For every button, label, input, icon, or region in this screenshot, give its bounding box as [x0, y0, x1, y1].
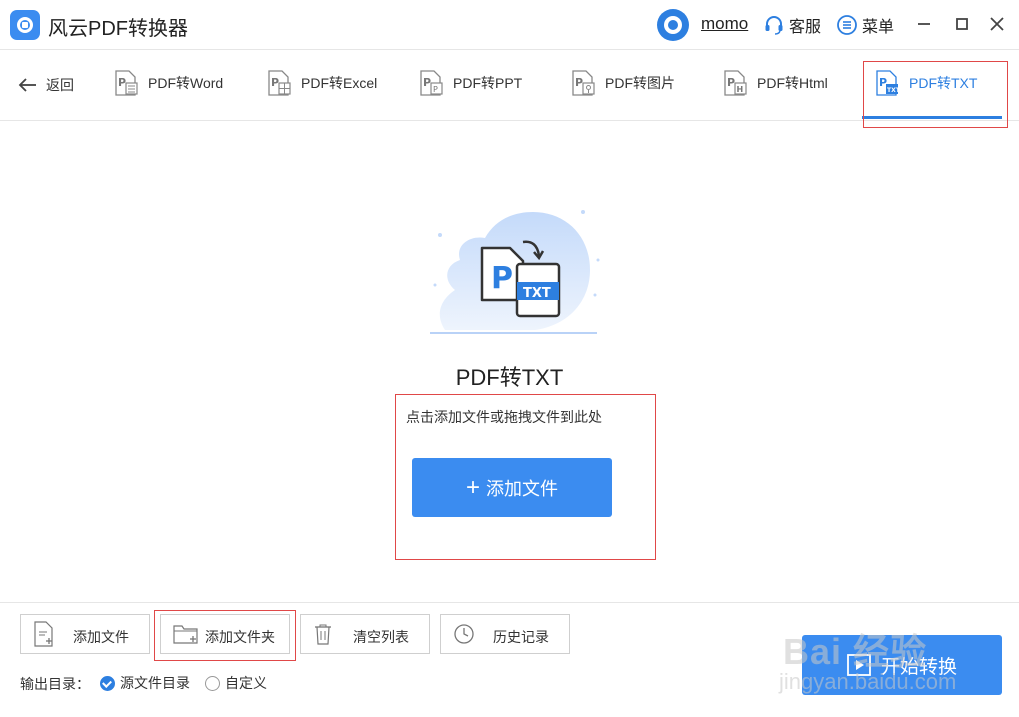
- trash-icon: [315, 624, 331, 645]
- output-option-label: 自定义: [225, 675, 267, 691]
- output-source-dir-radio[interactable]: 源文件目录: [100, 673, 190, 693]
- svg-text:P: P: [118, 76, 126, 89]
- output-custom-radio[interactable]: 自定义: [205, 673, 267, 693]
- pdf-word-icon: P: [115, 70, 138, 96]
- highlight-box-add-folder: [154, 610, 296, 661]
- divider: [0, 602, 1019, 603]
- headset-icon: [765, 16, 783, 35]
- username-link[interactable]: momo: [701, 14, 748, 34]
- svg-text:P: P: [575, 76, 583, 89]
- radio-checked-icon: [100, 675, 115, 691]
- app-window: 风云PDF转换器 momo 客服 菜单 返回 P PDF转Word P PDF转…: [0, 0, 1019, 717]
- radio-unchecked-icon: [205, 675, 220, 691]
- pdf-ppt-icon: P P: [420, 70, 443, 96]
- svg-text:P: P: [423, 76, 431, 89]
- pdf-image-icon: P: [572, 70, 595, 96]
- tab-pdf-to-html[interactable]: P H PDF转Html: [723, 69, 828, 97]
- svg-text:H: H: [737, 85, 744, 94]
- add-file-main-label: 添加文件: [486, 478, 558, 499]
- app-logo-icon: [10, 10, 40, 40]
- drop-hint: 点击添加文件或拖拽文件到此处: [406, 409, 602, 425]
- tab-label: PDF转Excel: [301, 75, 378, 91]
- minimize-icon: [918, 23, 930, 25]
- clear-list-button[interactable]: 清空列表: [300, 614, 430, 654]
- svg-text:P: P: [727, 76, 735, 89]
- history-button[interactable]: 历史记录: [440, 614, 570, 654]
- maximize-icon: [956, 18, 968, 30]
- tab-pdf-to-ppt[interactable]: P P PDF转PPT: [419, 69, 522, 97]
- tab-label: PDF转PPT: [453, 75, 523, 91]
- add-file-icon: [34, 621, 53, 647]
- clock-icon: [454, 624, 474, 644]
- back-button[interactable]: 返回: [18, 75, 74, 95]
- menu-icon: [837, 15, 857, 35]
- highlight-box-tab: [863, 61, 1008, 128]
- arrow-left-icon: [18, 78, 36, 92]
- back-label: 返回: [46, 77, 74, 93]
- plus-icon: +: [465, 473, 480, 501]
- illustration-letter: P: [491, 261, 513, 296]
- customer-service-button[interactable]: 客服: [763, 14, 821, 36]
- play-icon: [847, 654, 871, 676]
- clear-list-label: 清空列表: [353, 629, 409, 645]
- minimize-button[interactable]: [915, 14, 933, 34]
- title-bar: 风云PDF转换器 momo 客服 菜单: [0, 0, 1019, 50]
- add-file-button[interactable]: 添加文件: [20, 614, 150, 654]
- user-avatar[interactable]: [657, 9, 689, 41]
- svg-text:P: P: [271, 76, 279, 89]
- page-title: PDF转TXT: [455, 365, 564, 390]
- tab-pdf-to-excel[interactable]: P PDF转Excel: [267, 69, 377, 97]
- close-button[interactable]: [988, 14, 1006, 34]
- pdf-to-txt-illustration: P TXT: [430, 210, 600, 334]
- tab-pdf-to-image[interactable]: P PDF转图片: [571, 69, 675, 97]
- tab-pdf-to-word[interactable]: P PDF转Word: [114, 69, 223, 97]
- app-title: 风云PDF转换器: [48, 18, 188, 40]
- maximize-button[interactable]: [953, 14, 971, 34]
- tab-label: PDF转Word: [148, 75, 224, 91]
- pdf-html-icon: P H: [724, 70, 747, 96]
- start-convert-label: 开始转换: [880, 656, 957, 678]
- add-file-main-button[interactable]: + 添加文件: [412, 458, 612, 517]
- pdf-excel-icon: P: [268, 70, 291, 96]
- illustration-badge: TXT: [523, 286, 551, 301]
- close-icon: [990, 17, 1004, 31]
- svg-text:P: P: [433, 85, 438, 94]
- tab-label: PDF转图片: [605, 75, 675, 91]
- customer-service-label: 客服: [789, 19, 822, 36]
- tab-label: PDF转Html: [757, 75, 828, 91]
- output-option-label: 源文件目录: [120, 675, 190, 691]
- add-file-label: 添加文件: [73, 629, 129, 645]
- output-dir-label: 输出目录：: [20, 676, 90, 692]
- history-label: 历史记录: [493, 629, 549, 645]
- menu-button[interactable]: 菜单: [836, 14, 894, 36]
- start-convert-button[interactable]: 开始转换: [802, 635, 1002, 695]
- menu-label: 菜单: [862, 19, 895, 36]
